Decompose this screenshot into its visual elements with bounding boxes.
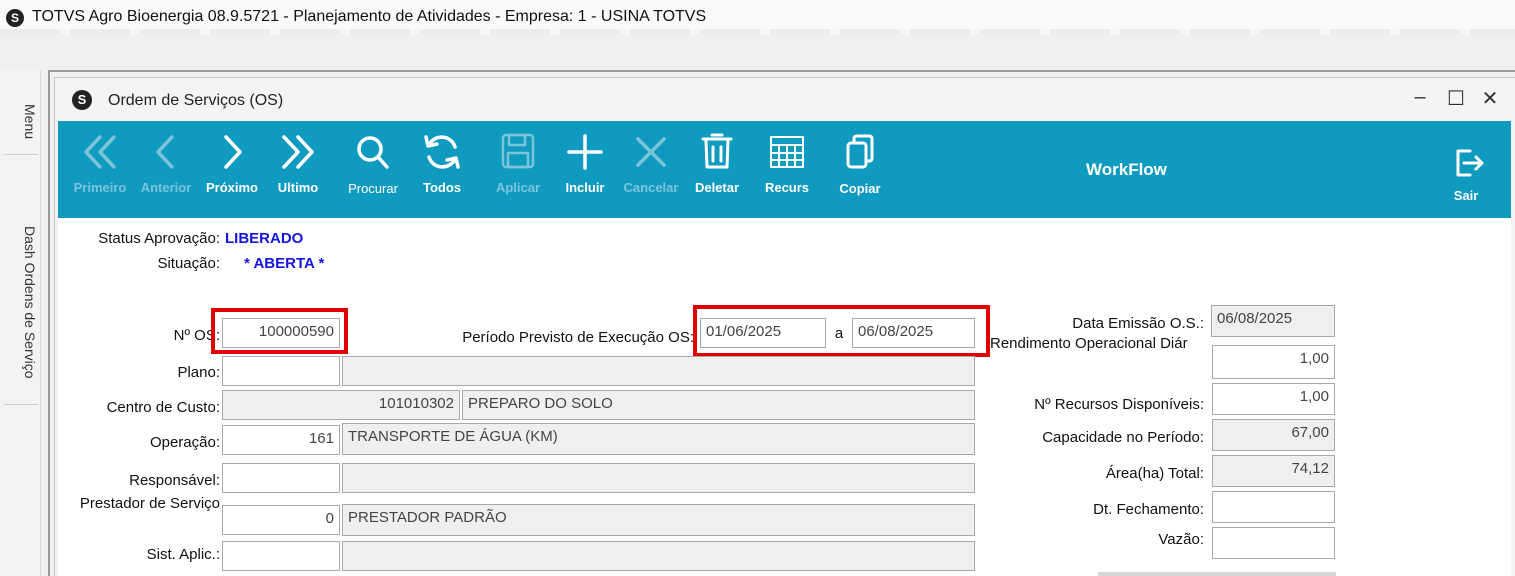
- plano-code-input[interactable]: [222, 356, 340, 386]
- centro-custo-code-field[interactable]: 101010302: [222, 390, 460, 420]
- deletar-button[interactable]: Deletar: [689, 121, 745, 218]
- recurs-button[interactable]: Recurs: [759, 121, 815, 218]
- operacao-code-input[interactable]: 161: [222, 425, 340, 455]
- recurs-label: Recurs: [764, 180, 810, 195]
- sidebar-tab-menu[interactable]: Menu: [0, 84, 38, 154]
- exit-icon: [1456, 149, 1484, 177]
- status-aprovacao-label: Status Aprovação:: [98, 230, 220, 247]
- copiar-button[interactable]: Copiar: [832, 121, 888, 218]
- refresh-icon: [424, 135, 460, 169]
- sist-aplic-desc-field: [342, 541, 975, 571]
- operacao-desc-field: TRANSPORTE DE ÁGUA (KM): [342, 423, 975, 455]
- sidebar-divider: [4, 404, 38, 405]
- responsavel-desc-field: [342, 463, 975, 493]
- aplicar-label: Aplicar: [495, 180, 541, 195]
- double-chevron-right-icon: [282, 135, 314, 169]
- capacidade-label: Capacidade no Período:: [1042, 429, 1204, 446]
- incluir-button[interactable]: Incluir: [557, 121, 613, 218]
- prestador-code-input[interactable]: 0: [222, 505, 340, 535]
- next-field-edge: [1098, 572, 1336, 576]
- situacao-label: Situação:: [157, 255, 220, 272]
- proximo-button[interactable]: Próximo: [204, 121, 260, 218]
- status-aprovacao-value: LIBERADO: [225, 230, 304, 247]
- copiar-label: Copiar: [839, 181, 881, 196]
- aplicar-button[interactable]: Aplicar: [490, 121, 546, 218]
- sist-aplic-code-input[interactable]: [222, 541, 340, 571]
- procurar-label: Procurar: [348, 181, 398, 196]
- responsavel-code-input[interactable]: [222, 463, 340, 493]
- cancelar-label: Cancelar: [623, 180, 679, 195]
- periodo-label: Período Previsto de Execução OS:: [462, 329, 694, 346]
- ultimo-label: Ultimo: [277, 180, 319, 195]
- data-emissao-field: 06/08/2025: [1211, 305, 1335, 337]
- chevron-right-icon: [224, 135, 242, 169]
- recursos-input[interactable]: 1,00: [1212, 383, 1335, 415]
- highlight-numero-os: [211, 308, 348, 354]
- sidebar-divider: [4, 154, 38, 155]
- calendar-grid-icon: [770, 136, 804, 168]
- data-emissao-label: Data Emissão O.S.:: [1072, 315, 1204, 332]
- highlight-periodo: [693, 305, 990, 357]
- app-title: TOTVS Agro Bioenergia 08.9.5721 - Planej…: [32, 8, 707, 25]
- double-chevron-left-icon: [84, 135, 116, 169]
- situacao-value: * ABERTA *: [244, 255, 325, 272]
- search-icon: [357, 136, 389, 169]
- anterior-button[interactable]: Anterior: [138, 121, 194, 218]
- x-icon: [636, 137, 666, 167]
- sist-aplic-label: Sist. Aplic.:: [146, 546, 220, 563]
- maximize-button[interactable]: ☐: [1444, 86, 1468, 111]
- minimize-button[interactable]: –: [1408, 86, 1432, 109]
- todos-label: Todos: [422, 180, 462, 195]
- operacao-label: Operação:: [149, 434, 220, 451]
- area-total-label: Área(ha) Total:: [1105, 465, 1204, 482]
- totvs-logo-icon: S: [6, 9, 24, 27]
- cancelar-button[interactable]: Cancelar: [623, 121, 679, 218]
- prestador-label: Prestador de Serviço: [79, 495, 220, 512]
- plus-icon: [567, 134, 603, 170]
- copy-icon: [846, 134, 874, 169]
- proximo-label: Próximo: [205, 180, 258, 195]
- sidebar-tab-dash-ordens[interactable]: Dash Ordens de Serviço: [0, 194, 38, 404]
- deletar-label: Deletar: [694, 180, 740, 195]
- plano-desc-field: [342, 356, 975, 386]
- area-total-field: 74,12: [1212, 455, 1335, 487]
- dt-fechamento-input[interactable]: [1212, 491, 1335, 523]
- dt-fechamento-label: Dt. Fechamento:: [1093, 501, 1204, 518]
- sidebar: Menu Dash Ordens de Serviço: [0, 70, 41, 576]
- plano-label: Plano:: [177, 364, 220, 381]
- anterior-label: Anterior: [140, 180, 192, 195]
- ultimo-button[interactable]: Ultimo: [270, 121, 326, 218]
- prestador-desc-field: PRESTADOR PADRÃO: [342, 504, 975, 536]
- todos-button[interactable]: Todos: [414, 121, 470, 218]
- numero-os-label: Nº OS:: [173, 327, 220, 344]
- sair-label: Sair: [1453, 188, 1479, 203]
- recursos-label: Nº Recursos Disponíveis:: [1034, 396, 1204, 413]
- window-title: Ordem de Serviços (OS): [108, 92, 284, 109]
- responsavel-label: Responsável:: [129, 472, 220, 489]
- incluir-label: Incluir: [565, 180, 605, 195]
- workflow-button[interactable]: WorkFlow: [1086, 160, 1167, 180]
- primeiro-button[interactable]: Primeiro: [70, 121, 130, 218]
- capacidade-field: 67,00: [1212, 419, 1335, 451]
- rendimento-input[interactable]: 1,00: [1212, 345, 1335, 379]
- chevron-left-icon: [156, 135, 174, 169]
- centro-custo-label: Centro de Custo:: [106, 399, 220, 416]
- close-button[interactable]: ✕: [1478, 86, 1502, 111]
- procurar-button[interactable]: Procurar: [345, 121, 401, 218]
- toolbar: Primeiro Anterior Próximo Ultimo Procura…: [58, 121, 1511, 218]
- rendimento-label: Rendimento Operacional Diár: [990, 335, 1188, 352]
- vazao-label: Vazão:: [1158, 531, 1204, 548]
- vazao-input[interactable]: [1212, 527, 1335, 559]
- window-logo-icon: S: [72, 90, 92, 110]
- trash-icon: [701, 133, 733, 169]
- sair-button[interactable]: Sair: [1438, 121, 1494, 218]
- centro-custo-desc-field: PREPARO DO SOLO: [462, 390, 975, 420]
- save-icon: [501, 133, 535, 169]
